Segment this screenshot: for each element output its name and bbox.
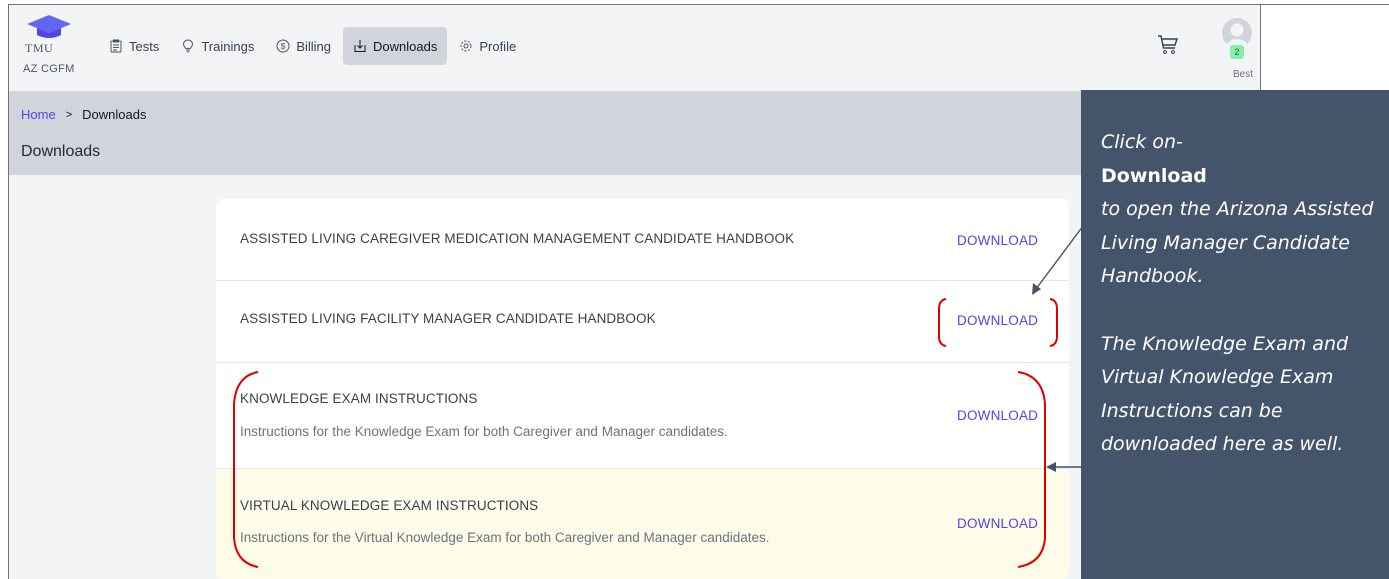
download-button[interactable]: DOWNLOAD — [957, 408, 1038, 423]
nav-profile-label: Profile — [479, 38, 517, 54]
annotation-line-4: The Knowledge Exam and Virtual Knowledge… — [1101, 332, 1349, 456]
lightbulb-icon — [183, 39, 194, 53]
annotation-callout: Click on- Download to open the Arizona A… — [1081, 90, 1389, 579]
main-nav: Tests Trainings $ Billing Downloads Prof… — [99, 27, 528, 65]
nav-profile[interactable]: Profile — [449, 27, 526, 65]
download-button[interactable]: DOWNLOAD — [957, 233, 1038, 248]
download-title: VIRTUAL KNOWLEDGE EXAM INSTRUCTIONS — [240, 498, 539, 513]
gear-icon — [460, 40, 472, 52]
cart-icon[interactable] — [1157, 33, 1179, 55]
annotation-line-1: Click on- — [1101, 131, 1183, 153]
nav-downloads[interactable]: Downloads — [343, 27, 448, 65]
page-title: Downloads — [21, 143, 101, 160]
nav-billing-label: Billing — [296, 38, 332, 54]
download-row: VIRTUAL KNOWLEDGE EXAM INSTRUCTIONS Inst… — [216, 469, 1069, 579]
nav-tests[interactable]: Tests — [99, 27, 169, 65]
logo-text: TMU — [25, 41, 54, 55]
dollar-circle-icon: $ — [276, 39, 290, 53]
svg-text:$: $ — [281, 41, 286, 51]
top-header: TMU AZ CGFM Tests Trainings $ Billing Do… — [9, 5, 1260, 91]
annotation-text: Click on- Download to open the Arizona A… — [1101, 126, 1389, 462]
breadcrumb-current: Downloads — [82, 107, 147, 122]
nav-downloads-label: Downloads — [373, 38, 438, 54]
nav-trainings-label: Trainings — [201, 38, 255, 54]
download-row: ASSISTED LIVING CAREGIVER MEDICATION MAN… — [216, 199, 1069, 281]
logo-subtitle: AZ CGFM — [23, 63, 75, 75]
nav-trainings[interactable]: Trainings — [171, 27, 264, 65]
download-title: ASSISTED LIVING FACILITY MANAGER CANDIDA… — [240, 311, 656, 326]
notification-badge: 2 — [1230, 45, 1244, 59]
page-header: Home > Downloads Downloads — [9, 91, 1260, 175]
breadcrumb-home[interactable]: Home — [21, 107, 56, 122]
annotation-line-2: Download — [1101, 164, 1207, 187]
download-button[interactable]: DOWNLOAD — [957, 313, 1038, 328]
download-title: KNOWLEDGE EXAM INSTRUCTIONS — [240, 391, 478, 406]
download-row: ASSISTED LIVING FACILITY MANAGER CANDIDA… — [216, 281, 1069, 363]
clipboard-icon — [110, 39, 122, 53]
logo[interactable]: TMU AZ CGFM — [21, 13, 81, 85]
download-title: ASSISTED LIVING CAREGIVER MEDICATION MAN… — [240, 231, 795, 246]
breadcrumb-separator: > — [65, 108, 73, 121]
download-description: Instructions for the Knowledge Exam for … — [240, 424, 728, 439]
download-row: KNOWLEDGE EXAM INSTRUCTIONS Instructions… — [216, 363, 1069, 469]
user-name[interactable]: Best — [1233, 69, 1253, 80]
breadcrumb: Home > Downloads — [21, 107, 146, 122]
nav-tests-label: Tests — [129, 38, 160, 54]
app-window: TMU AZ CGFM Tests Trainings $ Billing Do… — [8, 4, 1261, 579]
graduation-cap-icon — [27, 15, 71, 38]
download-tray-icon — [354, 40, 366, 52]
user-silhouette-icon — [1226, 23, 1248, 48]
download-button[interactable]: DOWNLOAD — [957, 516, 1038, 531]
avatar[interactable] — [1222, 18, 1252, 48]
download-description: Instructions for the Virtual Knowledge E… — [240, 530, 770, 545]
nav-billing[interactable]: $ Billing — [266, 27, 341, 65]
downloads-card: ASSISTED LIVING CAREGIVER MEDICATION MAN… — [216, 199, 1069, 579]
annotation-line-3: to open the Arizona Assisted Living Mana… — [1101, 198, 1374, 287]
